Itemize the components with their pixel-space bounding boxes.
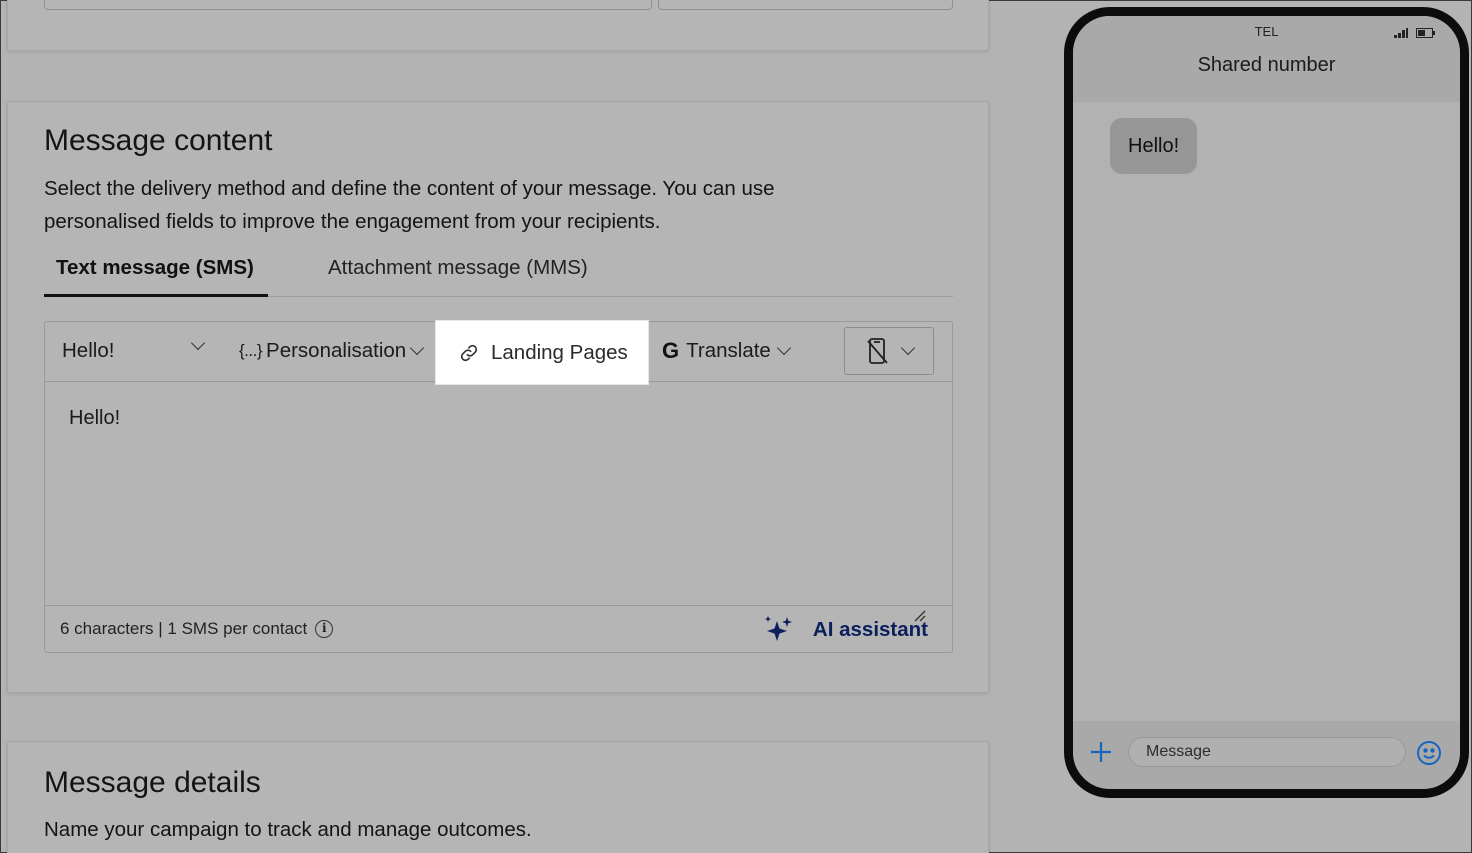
device-preview-dropdown[interactable] <box>844 327 934 375</box>
chevron-down-icon <box>900 340 916 356</box>
plus-icon[interactable] <box>1090 741 1112 763</box>
contact-name: Shared number <box>1197 54 1336 76</box>
emoji-icon[interactable] <box>1416 740 1442 766</box>
message-content-card: Message content Select the delivery meth… <box>7 101 989 693</box>
info-icon[interactable]: i <box>315 620 334 638</box>
message-details-description: Name your campaign to track and manage o… <box>44 818 532 841</box>
landing-pages-label: Landing Pages <box>491 340 628 364</box>
template-select-value: Hello! <box>62 339 115 362</box>
message-textarea[interactable]: Hello! <box>45 383 952 605</box>
chevron-down-icon <box>776 340 791 356</box>
phone-compose-bar <box>1073 721 1460 789</box>
chevron-down-icon <box>190 335 206 351</box>
phone-preview: TEL Shared number Hello! <box>1064 7 1469 798</box>
sparkles-icon <box>764 616 792 641</box>
character-count: 6 characters | 1 SMS per contact i <box>60 619 334 639</box>
previous-field-a[interactable] <box>44 0 652 10</box>
signal-icon <box>1394 28 1408 38</box>
personalisation-dropdown[interactable]: {...} Personalisation <box>239 322 425 380</box>
template-select[interactable]: Hello! <box>62 322 212 380</box>
translate-label: Translate <box>686 339 771 362</box>
message-content-title: Message content <box>44 124 273 157</box>
previous-field-b[interactable] <box>658 0 953 10</box>
message-editor: Hello! {...} Personalisation Landing Pag… <box>44 321 953 653</box>
status-icons <box>1394 28 1436 38</box>
editor-toolbar: Hello! {...} Personalisation Landing Pag… <box>45 321 952 384</box>
personalisation-label: Personalisation <box>266 339 407 362</box>
message-input[interactable] <box>1128 737 1406 767</box>
translate-dropdown[interactable]: G Translate <box>662 322 791 380</box>
message-content-description: Select the delivery method and define th… <box>44 177 775 233</box>
chevron-down-icon <box>410 340 425 356</box>
braces-icon: {...} <box>239 341 263 360</box>
ai-assistant-label: AI assistant <box>812 618 928 641</box>
tab-sms[interactable]: Text message (SMS) <box>44 252 268 297</box>
previous-section-card <box>7 0 989 51</box>
tab-mms[interactable]: Attachment message (MMS) <box>328 252 588 297</box>
editor-footer: 6 characters | 1 SMS per contact i AI as… <box>45 605 952 652</box>
google-icon: G <box>662 338 680 363</box>
phone-header: TEL Shared number <box>1073 16 1460 102</box>
character-count-text: 6 characters | 1 SMS per contact <box>60 619 308 638</box>
message-details-title: Message details <box>44 766 261 799</box>
ai-assistant-button[interactable]: AI assistant <box>763 614 928 646</box>
battery-icon <box>1416 28 1435 38</box>
message-bubble: Hello! <box>1110 118 1198 174</box>
message-type-tabs: Text message (SMS) Attachment message (M… <box>44 252 953 297</box>
message-details-card: Message details Name your campaign to tr… <box>7 741 989 853</box>
landing-pages-button[interactable]: Landing Pages <box>436 321 648 384</box>
mobile-off-icon <box>867 338 888 364</box>
link-icon <box>460 344 478 361</box>
